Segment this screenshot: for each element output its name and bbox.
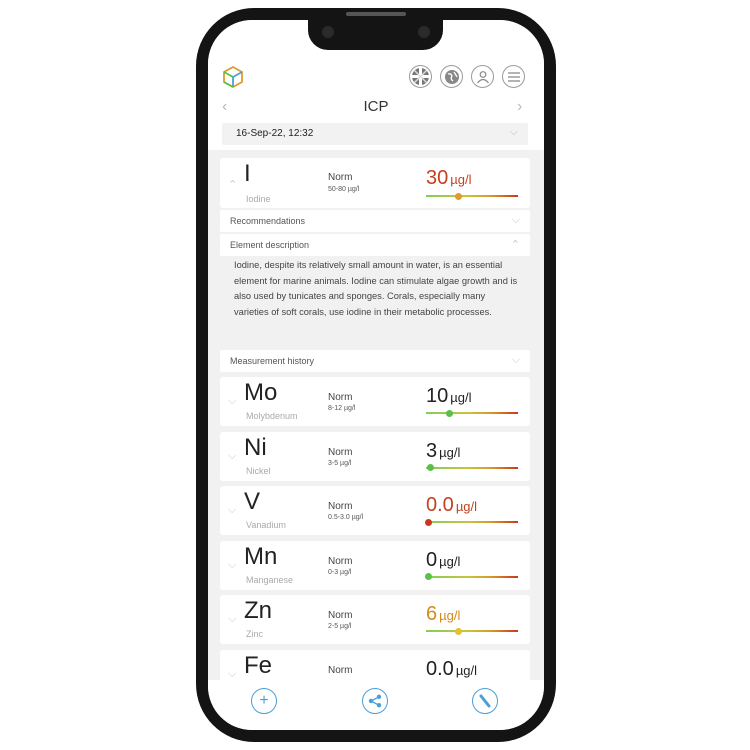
value-unit: µg/l (439, 444, 461, 460)
level-bar (426, 409, 518, 417)
level-marker (425, 573, 433, 581)
element-value: 0 µg/l (426, 549, 460, 572)
recommendations-label: Recommendations (230, 216, 306, 226)
element-name: Iodine (246, 194, 271, 204)
norm-label: Norm (328, 610, 353, 622)
user-icon[interactable] (471, 65, 494, 88)
screen: ‹ ICP › 16-Sep-22, 12:32 ⌵ ⌃ I Iodine No… (208, 20, 544, 730)
element-description-text: Iodine, despite its relatively small amo… (234, 260, 518, 317)
flag-uk-icon[interactable] (409, 65, 432, 88)
norm-label: Norm (328, 446, 353, 458)
level-marker (454, 627, 462, 635)
value-number: 3 (426, 439, 438, 462)
element-symbol: Mo (244, 379, 278, 406)
chevron-down-icon: ⌵ (228, 395, 237, 407)
level-bar (425, 518, 518, 526)
bottom-toolbar: + (208, 680, 544, 730)
norm-range: 50-80 µg/l (328, 186, 360, 193)
speaker (346, 12, 406, 16)
norm-range: 0-3 µg/l (328, 568, 352, 576)
norm-label: Norm (328, 501, 353, 513)
test-tool-icon[interactable] (472, 688, 498, 714)
element-name: Vanadium (246, 520, 286, 531)
element-symbol: Zn (244, 597, 273, 625)
value-number: 10 (426, 385, 449, 407)
norm-label: Norm (328, 172, 353, 183)
level-marker (445, 409, 453, 417)
element-name: Nickel (246, 465, 271, 476)
chevron-up-icon: ⌃ (510, 239, 520, 251)
norm-label: Norm (328, 392, 353, 403)
element-symbol: Ni (244, 433, 267, 461)
element-name: Zinc (246, 629, 264, 640)
chevron-down-icon: ⌵ (511, 354, 520, 366)
level-marker (454, 192, 462, 200)
element-card-ni[interactable]: ⌵ Ni Nickel Norm 3-5 µg/l 3 µg/l (220, 431, 530, 481)
date-selector[interactable]: 16-Sep-22, 12:32 ⌵ (222, 123, 528, 145)
element-name: Manganese (246, 574, 294, 585)
element-value: 0.0 µg/l (426, 658, 477, 681)
level-bar (426, 627, 518, 635)
norm-label: Norm (328, 665, 353, 676)
add-icon[interactable]: + (251, 688, 277, 714)
element-card-zn[interactable]: ⌵ Zn Zinc Norm 2-5 µg/l 6 µg/l (220, 595, 530, 645)
element-description-label: Element description (230, 240, 310, 250)
value-number: 0 (426, 548, 438, 571)
value-number: 0.0 (426, 494, 454, 517)
level-bar (426, 192, 518, 200)
menu-icon[interactable] (502, 65, 525, 88)
camera (322, 26, 334, 38)
norm-range: 2-5 µg/l (328, 623, 352, 631)
value-unit: µg/l (450, 172, 472, 187)
element-card-mo[interactable]: ⌵ Mo Molybdenum Norm 8-12 µg/l 10 µg/l (220, 377, 530, 426)
norm-range: 0.5-3.0 µg/l (328, 514, 364, 522)
norm-range: 8-12 µg/l (328, 405, 356, 412)
chevron-down-icon: ⌵ (228, 558, 237, 571)
value-number: 30 (426, 167, 449, 189)
norm-range: 3-5 µg/l (328, 459, 352, 467)
value-number: 6 (426, 603, 438, 626)
value-unit: µg/l (455, 499, 478, 515)
chevron-down-icon: ⌵ (509, 126, 518, 138)
value-unit: µg/l (439, 608, 461, 624)
element-value: 0.0 µg/l (426, 494, 477, 517)
measurement-history-label: Measurement history (230, 356, 315, 366)
element-value: 3 µg/l (426, 440, 460, 463)
value-unit: µg/l (450, 390, 472, 405)
element-name: Molybdenum (246, 411, 298, 421)
recommendations-section[interactable]: Recommendations ⌵ (220, 210, 530, 232)
chevron-down-icon: ⌵ (228, 449, 237, 462)
element-card-iodine[interactable]: ⌃ I Iodine Norm 50-80 µg/l 30 µg/l (220, 158, 530, 208)
element-symbol: Mn (244, 542, 278, 570)
level-marker (425, 518, 433, 526)
share-icon[interactable] (362, 688, 388, 714)
value-unit: µg/l (455, 663, 478, 678)
element-value: 10 µg/l (426, 385, 471, 408)
element-symbol: Fe (244, 652, 273, 679)
norm-label: Norm (328, 555, 353, 567)
globe-icon[interactable] (440, 65, 463, 88)
measurement-history-section[interactable]: Measurement history ⌵ (220, 350, 530, 372)
element-description-section[interactable]: Element description ⌃ (220, 234, 530, 256)
chevron-down-icon: ⌵ (228, 504, 237, 517)
value-unit: µg/l (439, 553, 461, 569)
element-symbol: V (244, 488, 261, 516)
element-value: 6 µg/l (426, 603, 460, 626)
value-number: 0.0 (426, 658, 454, 680)
next-arrow-icon[interactable]: › (517, 98, 522, 116)
element-card-v[interactable]: ⌵ V Vanadium Norm 0.5-3.0 µg/l 0.0 µg/l (220, 486, 530, 536)
page-title: ICP (363, 98, 389, 115)
element-card-mn[interactable]: ⌵ Mn Manganese Norm 0-3 µg/l 0 µg/l (220, 540, 530, 590)
chevron-down-icon: ⌵ (228, 613, 237, 626)
chevron-up-icon: ⌃ (228, 179, 238, 191)
logo-icon[interactable] (220, 64, 246, 90)
chevron-down-icon: ⌵ (511, 214, 520, 226)
date-label: 16-Sep-22, 12:32 (236, 128, 314, 139)
level-bar (426, 464, 518, 472)
level-bar (425, 573, 518, 581)
sensor (418, 26, 430, 38)
element-value: 30 µg/l (426, 167, 471, 190)
element-symbol: I (244, 160, 251, 187)
level-marker (427, 464, 435, 472)
